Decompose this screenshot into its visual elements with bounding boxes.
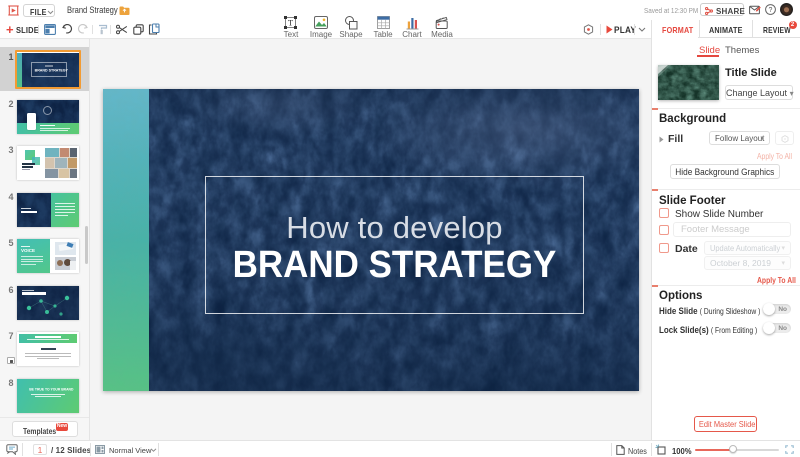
svg-text:?: ? [769, 7, 773, 14]
svg-text:T: T [288, 18, 294, 28]
